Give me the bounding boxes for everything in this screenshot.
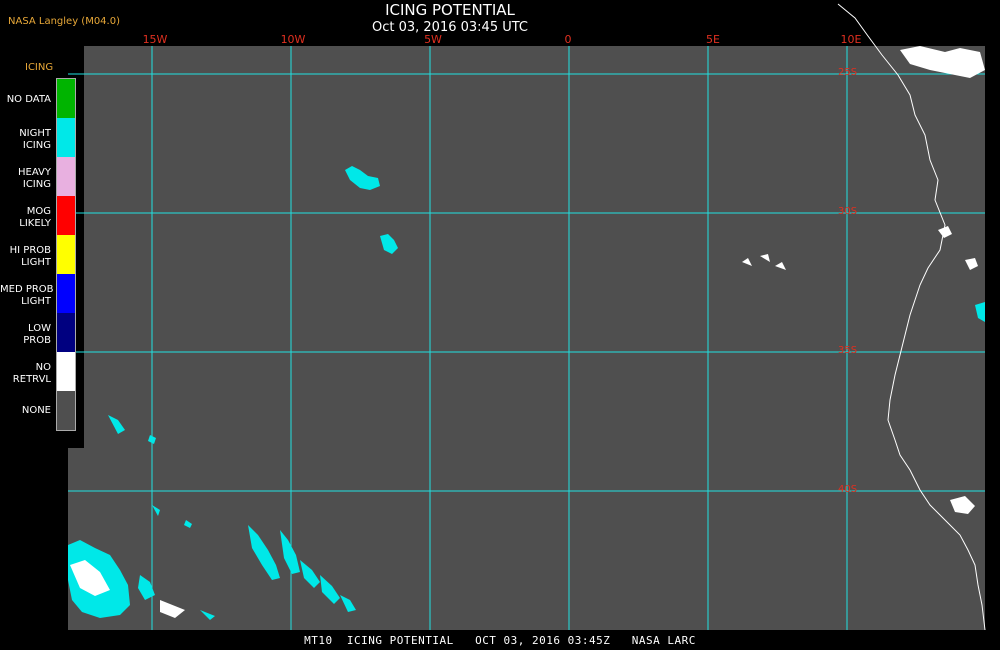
legend-label-heavy-icing: HEAVY ICING: [18, 167, 51, 190]
legend-label-none: NONE: [21, 405, 51, 416]
footer-text: MT10 ICING POTENTIAL OCT 03, 2016 03:45Z…: [304, 634, 696, 647]
legend-label-no-data: NO DATA: [6, 94, 51, 105]
legend-label-mog-likely: MOG LIKELY: [19, 206, 51, 229]
map-overlay: [68, 3, 986, 631]
legend-swatch-none: [57, 391, 75, 430]
legend-colorbar: [56, 78, 76, 431]
legend-label-night-icing: NIGHT ICING: [19, 128, 51, 151]
legend-swatch-no-data: [57, 79, 75, 118]
icing-cells-noretrieval: [70, 46, 985, 618]
legend-swatch-hi-prob-light: [57, 235, 75, 274]
lat-label-40s: 40S: [838, 484, 858, 495]
graticule: [68, 46, 985, 630]
legend-swatch-mog-likely: [57, 196, 75, 235]
legend-label-med-prob-light: MED PROB LIGHT: [0, 284, 54, 307]
legend-label-hi-prob-light: HI PROB LIGHT: [9, 245, 51, 268]
legend-title: ICING: [25, 62, 54, 73]
legend-swatch-low-prob: [57, 313, 75, 352]
legend-swatch-night-icing: [57, 118, 75, 157]
legend-label-no-retrvl: NO RETRVL: [12, 362, 51, 385]
coastline: [837, 3, 986, 631]
legend-swatch-med-prob-light: [57, 274, 75, 313]
legend-swatch-heavy-icing: [57, 157, 75, 196]
legend-swatch-no-retrvl: [57, 352, 75, 391]
lat-label-25s: 25S: [838, 67, 858, 78]
lat-label-30s: 30S: [838, 206, 858, 217]
lat-label-35s: 35S: [838, 345, 858, 356]
legend-label-low-prob: LOW PROB: [23, 323, 51, 346]
